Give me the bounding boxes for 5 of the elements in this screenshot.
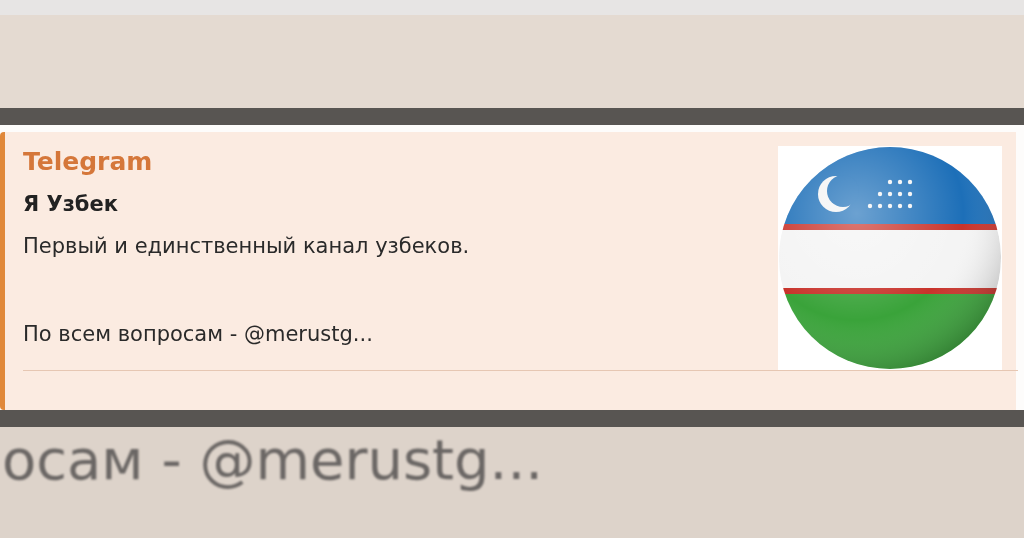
preview-title: Я Узбек: [23, 191, 120, 218]
preview-description: Первый и единственный канал узбеков. По всем вопросам - @merustg...: [23, 233, 471, 348]
link-preview-card[interactable]: Telegram Я Узбек Первый и единственный канал узбеков. По всем вопросам - @merustg...: [0, 132, 1016, 410]
background-text: осам - @merustg...: [1, 427, 545, 493]
site-name: Telegram: [23, 146, 154, 178]
